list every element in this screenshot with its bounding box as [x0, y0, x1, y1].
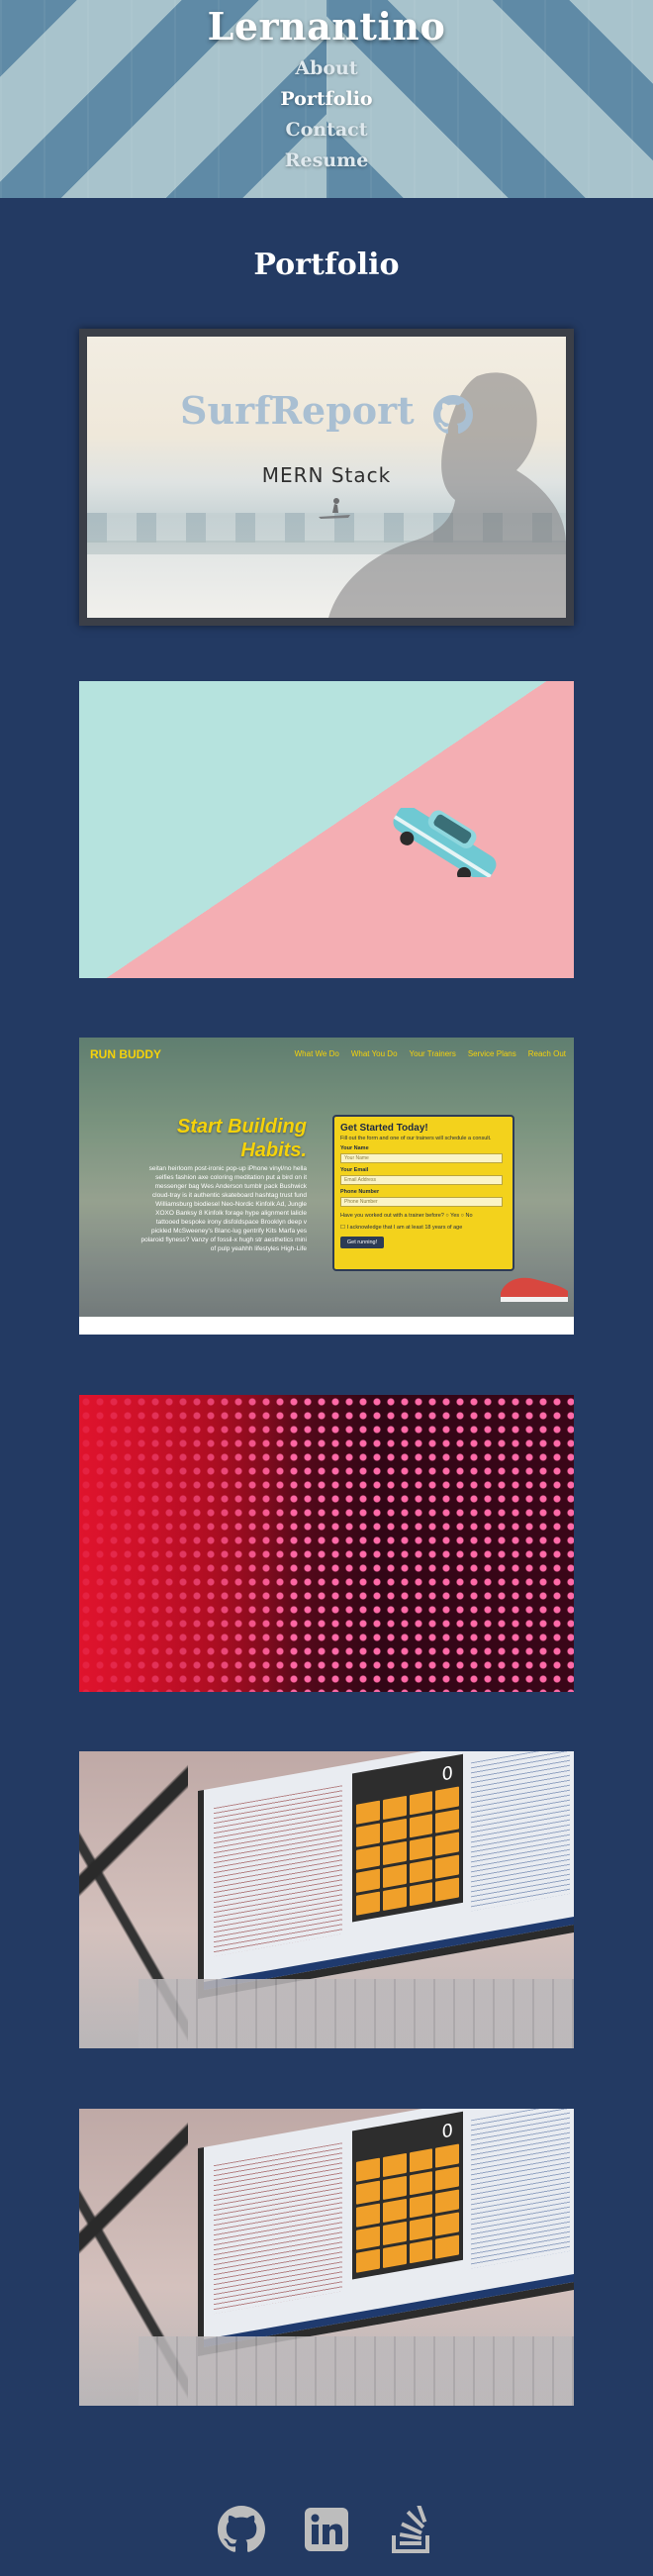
calculator-keys: [356, 2143, 459, 2273]
toy-car-image: [393, 808, 497, 877]
run-buddy-body-text: seitan heirloom post-ironic pop-up iPhon…: [140, 1165, 307, 1252]
run-nav-item: What We Do: [294, 1049, 339, 1058]
project-card-calculator[interactable]: 0: [79, 1751, 574, 2048]
form-label: Phone Number: [340, 1189, 380, 1195]
site-title[interactable]: Lernantino: [0, 4, 653, 49]
github-icon[interactable]: [217, 2505, 266, 2554]
calculator-keys: [356, 1786, 459, 1916]
surfreport-title-text: SurfReport: [180, 388, 415, 433]
nav-contact[interactable]: Contact: [0, 115, 653, 146]
laptop-keyboard: [139, 1979, 574, 2048]
form-question: Have you worked out with a trainer befor…: [340, 1213, 473, 1219]
form-no-label: No: [465, 1213, 473, 1219]
laptop-screen-image: 0: [198, 1751, 574, 1999]
nav-portfolio[interactable]: Portfolio: [0, 84, 653, 115]
github-icon[interactable]: [432, 394, 473, 435]
project-card-run-buddy[interactable]: RUN BUDDY What We Do What You Do Your Tr…: [79, 1038, 574, 1335]
run-buddy-nav: What We Do What You Do Your Trainers Ser…: [295, 1049, 566, 1058]
form-question-text: Have you worked out with a trainer befor…: [340, 1213, 444, 1219]
form-phone-field: Phone Number: [340, 1197, 503, 1207]
run-nav-item: Reach Out: [527, 1049, 566, 1058]
calculator-app: 0: [352, 1753, 463, 1923]
project-card-calculator-2[interactable]: 0: [79, 2109, 574, 2406]
form-email-field: Email Address: [340, 1175, 503, 1185]
form-name-field: Your Name: [340, 1153, 503, 1163]
run-nav-item: Your Trainers: [409, 1049, 456, 1058]
runner-shoe-image: [501, 1277, 568, 1302]
site-header: Lernantino About Portfolio Contact Resum…: [0, 0, 653, 198]
code-lines: [471, 2109, 570, 2269]
surfreport-subtitle: MERN Stack: [261, 463, 392, 487]
form-label: Your Email: [340, 1167, 369, 1173]
code-lines: [214, 1785, 342, 1957]
project-card-surfreport[interactable]: SurfReport MERN Stack: [79, 329, 574, 626]
nav-resume[interactable]: Resume: [0, 146, 653, 176]
calculator-app: 0: [352, 2111, 463, 2280]
form-description: Fill out the form and one of our trainer…: [340, 1136, 492, 1141]
form-label: Your Name: [340, 1145, 369, 1151]
laptop-keyboard: [139, 2336, 574, 2406]
nav-about[interactable]: About: [0, 53, 653, 84]
stackoverflow-icon[interactable]: [387, 2505, 436, 2554]
surfreport-image: SurfReport MERN Stack: [87, 337, 566, 618]
form-checkbox-label: I acknowledge that I am at least 18 year…: [346, 1225, 463, 1231]
code-lines: [471, 1751, 570, 1912]
run-nav-item: What You Do: [350, 1049, 398, 1058]
run-buddy-headline: Start Building Habits.: [176, 1116, 307, 1161]
form-title: Get Started Today!: [340, 1123, 428, 1134]
run-buddy-logo: RUN BUDDY: [90, 1047, 161, 1061]
surfreport-title: SurfReport: [87, 388, 566, 435]
laptop-screen-image: 0: [198, 2109, 574, 2356]
run-buddy-footer: [79, 1317, 574, 1335]
portfolio-title: Portfolio: [253, 248, 400, 282]
project-card-led[interactable]: [79, 1395, 574, 1692]
form-yes-label: Yes: [450, 1213, 460, 1219]
project-card-car[interactable]: [79, 681, 574, 978]
form-submit-button: Get running!: [340, 1237, 384, 1248]
linkedin-icon[interactable]: [302, 2505, 351, 2554]
code-lines: [214, 2142, 342, 2315]
main-nav: About Portfolio Contact Resume: [0, 53, 653, 176]
led-wall-image: [79, 1395, 574, 1692]
run-nav-item: Service Plans: [467, 1049, 516, 1058]
run-buddy-form: Get Started Today! Fill out the form and…: [332, 1115, 514, 1271]
form-checkbox: ☐ I acknowledge that I am at least 18 ye…: [340, 1225, 463, 1231]
footer-social-links: [0, 2505, 653, 2554]
